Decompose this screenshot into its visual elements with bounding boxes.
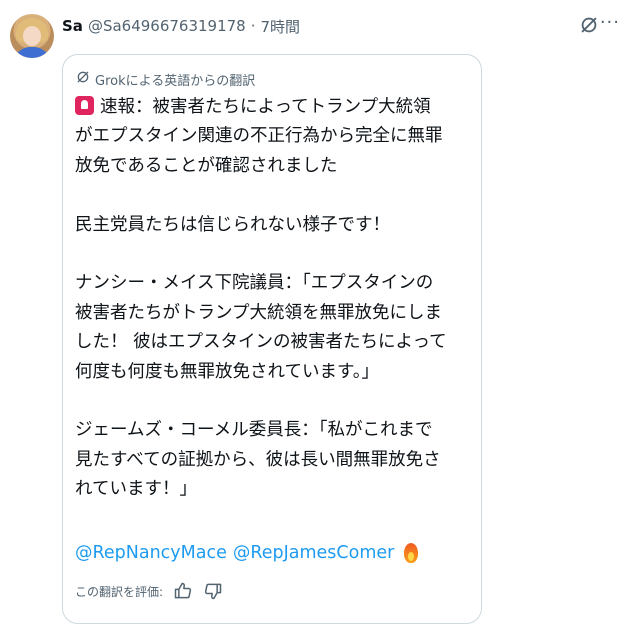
text-line: した！ 彼はエプスタインの被害者たちによって <box>75 332 447 353</box>
post-time[interactable]: 7時間 <box>261 16 301 37</box>
rotating-light-icon <box>75 96 94 115</box>
text-line: 速報：被害者たちによってトランプ大統領 <box>75 93 475 122</box>
rate-translation: この翻訳を評価: <box>75 581 223 601</box>
mention-link[interactable]: @RepNancyMace <box>75 543 227 563</box>
text-line: ジェームズ・コーメル委員長：「私がこれまで <box>75 420 433 441</box>
post-header: Sa @Sa6496676319178 · 7時間 <box>62 15 300 37</box>
grok-icon[interactable] <box>578 14 600 36</box>
thumbs-down-icon[interactable] <box>203 581 223 601</box>
text-line: ナンシー・メイス下院議員：「エプスタインの <box>75 273 434 294</box>
translated-text: 速報：被害者たちによってトランプ大統領 がエプスタイン関連の不正行為から完全に無… <box>75 93 475 505</box>
text-line: 見たすべての証拠から、彼は長い間無罪放免さ <box>75 449 441 470</box>
rate-label: この翻訳を評価: <box>75 584 164 599</box>
text-line: 民主党員たちは信じられない様子です！ <box>75 214 390 235</box>
mentions: @RepNancyMace @RepJamesComer <box>75 543 419 563</box>
text-line: 被害者たちがトランプ大統領を無罪放免にしま <box>75 302 442 323</box>
text-line: がエプスタイン関連の不正行為から完全に無罪 <box>75 126 443 147</box>
translation-label-text: Grokによる英語からの翻訳 <box>95 73 256 89</box>
author-name[interactable]: Sa <box>62 17 83 35</box>
more-icon[interactable]: ··· <box>600 12 620 33</box>
author-handle[interactable]: @Sa6496676319178 <box>88 17 246 35</box>
text-line: 何度も何度も無罪放免されています。」 <box>75 361 379 382</box>
avatar-face <box>23 26 41 46</box>
avatar[interactable] <box>10 14 54 58</box>
avatar-shirt <box>14 47 50 58</box>
mention-link[interactable]: @RepJamesComer <box>233 543 395 563</box>
thumbs-up-icon[interactable] <box>173 581 193 601</box>
fire-icon <box>404 543 419 563</box>
translation-label: Grokによる英語からの翻訳 <box>75 69 255 89</box>
text-line: れています！」 <box>75 479 197 500</box>
separator-dot: · <box>250 17 256 35</box>
grok-small-icon <box>75 69 91 89</box>
translation-card: Grokによる英語からの翻訳 速報：被害者たちによってトランプ大統領 がエプスタ… <box>62 54 482 624</box>
text-line: 放免であることが確認されました <box>75 155 338 176</box>
